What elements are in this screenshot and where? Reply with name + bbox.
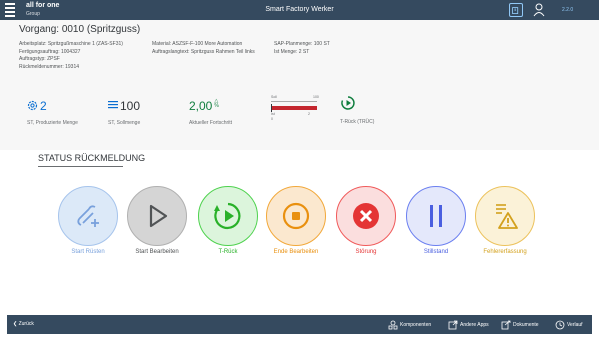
- detail-line: Rückmeldenummer: 19314: [19, 63, 80, 70]
- end-processing-button[interactable]: Ende Bearbeiten: [266, 186, 326, 266]
- footer-toolbar: ❮ Zurück Komponenten Andere Apps Dokumen…: [7, 315, 592, 334]
- t-rueck-tile[interactable]: T-Rück (TRÜC): [340, 95, 390, 135]
- history-icon: [555, 320, 565, 330]
- detail-line: Material: ASZSF-F-100 More Automation: [152, 41, 243, 47]
- chevron-left-icon: ❮: [13, 321, 18, 327]
- circular-play-icon: [341, 96, 355, 110]
- button-label: Fehlererfassung: [483, 249, 527, 255]
- bullet-value-bar: [271, 106, 317, 110]
- error-capture-button[interactable]: Fehlererfassung: [475, 186, 535, 266]
- back-button[interactable]: ❮ Zurück: [13, 321, 34, 327]
- documents-label: Dokumente: [513, 322, 539, 328]
- list-icon: [108, 101, 118, 109]
- stop-icon: [282, 202, 310, 230]
- bullet-soll-label: Soll: [271, 95, 277, 99]
- order-details-column-2: Material: ASZSF-F-100 More Automation Au…: [152, 41, 255, 56]
- other-apps-label: Andere Apps: [460, 322, 489, 328]
- t-rueck-button[interactable]: T-Rück: [198, 186, 258, 266]
- kpi-value: 2,00: [189, 99, 213, 113]
- t-rueck-label: T-Rück (TRÜC): [340, 119, 375, 125]
- components-icon: [388, 320, 398, 330]
- kpi-label: ST, Sollmenge: [108, 120, 141, 126]
- kpi-value: 100: [120, 99, 141, 113]
- kpi-label: ST, Produzierte Menge: [27, 120, 78, 126]
- documents-button[interactable]: Dokumente: [501, 319, 539, 331]
- detail-line: Ist Menge: 2 ST: [274, 48, 310, 55]
- history-label: Verlauf: [567, 322, 583, 328]
- warning-icon: [496, 204, 518, 229]
- start-setup-button[interactable]: Start Rüsten: [58, 186, 118, 266]
- detail-line: Auftragstyp: ZPSF: [19, 56, 60, 63]
- detail-line: SAP-Planmenge: 100 ST: [274, 41, 330, 47]
- version-label: 2.2.0: [562, 7, 574, 13]
- play-icon: [149, 204, 168, 228]
- history-button[interactable]: Verlauf: [555, 319, 583, 331]
- error-icon: [353, 203, 379, 229]
- shell-bar: all for one Group Smart Factory Werker 2.…: [0, 0, 599, 20]
- order-details-column-1: Arbeitsplatz: Spritzgußmaschine 1 (ZAS-S…: [19, 41, 123, 71]
- bullet-value-label: 2: [308, 112, 310, 116]
- bullet-max-label: 100: [313, 95, 319, 99]
- disruption-button[interactable]: Störung: [336, 186, 396, 266]
- components-label: Komponenten: [400, 322, 432, 328]
- notification-button[interactable]: [509, 3, 523, 17]
- section-underline: [38, 166, 123, 167]
- gear-icon: [27, 100, 38, 111]
- bullet-ist-label: Ist: [271, 112, 275, 116]
- external-link-icon: [448, 320, 458, 330]
- page-title: Vorgang: 0010 (Spritzguss): [19, 24, 141, 35]
- setup-tools-icon: [77, 205, 99, 227]
- order-details-column-3: SAP-Planmenge: 100 ST Ist Menge: 2 ST: [274, 41, 330, 56]
- section-title: STATUS RÜCKMELDUNG: [38, 153, 146, 163]
- kpi-unit: %: [214, 103, 219, 109]
- pause-icon: [430, 205, 442, 227]
- bullet-min-label: 0: [271, 117, 273, 121]
- start-processing-button[interactable]: Start Bearbeiten: [127, 186, 187, 266]
- notification-icon: [512, 7, 519, 14]
- back-label: Zurück: [18, 321, 34, 327]
- document-icon: [501, 320, 511, 330]
- detail-line: Arbeitsplatz: Spritzgußmaschine 1 (ZAS-S…: [19, 41, 123, 47]
- detail-line: Auftragslangtext: Spritzguss Rahmen Teil…: [152, 48, 255, 55]
- circular-play-icon: [214, 202, 241, 230]
- other-apps-button[interactable]: Andere Apps: [448, 319, 489, 331]
- detail-line: Fertigungsauftrag: 1004327: [19, 48, 81, 55]
- kpi-label: Aktueller Fortschritt: [189, 120, 233, 126]
- user-icon[interactable]: [533, 3, 545, 17]
- components-button[interactable]: Komponenten: [388, 319, 431, 331]
- kpi-value: 2: [40, 99, 47, 113]
- order-header: Vorgang: 0010 (Spritzguss) Arbeitsplatz:…: [0, 20, 599, 150]
- bullet-chart: Soll 100 Ist 2 0: [270, 95, 320, 123]
- standstill-button[interactable]: Stillstand: [406, 186, 466, 266]
